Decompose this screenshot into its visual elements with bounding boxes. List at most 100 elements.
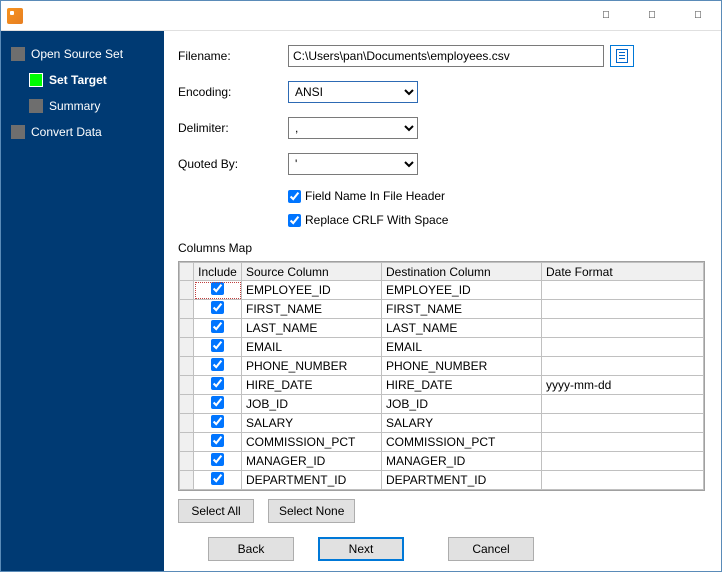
source-cell[interactable]: COMMISSION_PCT <box>242 433 382 452</box>
source-cell[interactable]: SALARY <box>242 414 382 433</box>
include-cell[interactable] <box>194 376 242 395</box>
include-cell[interactable] <box>194 414 242 433</box>
table-row[interactable]: PHONE_NUMBERPHONE_NUMBER <box>180 357 704 376</box>
table-row[interactable]: FIRST_NAMEFIRST_NAME <box>180 300 704 319</box>
select-none-button[interactable]: Select None <box>268 499 355 523</box>
sidebar-item-convert-data[interactable]: Convert Data <box>1 119 164 145</box>
source-cell[interactable]: MANAGER_ID <box>242 452 382 471</box>
date-format-cell[interactable] <box>542 395 704 414</box>
date-format-cell[interactable] <box>542 281 704 300</box>
include-checkbox[interactable] <box>211 282 224 295</box>
source-cell[interactable]: EMPLOYEE_ID <box>242 281 382 300</box>
filename-input[interactable] <box>288 45 604 67</box>
date-format-cell[interactable] <box>542 414 704 433</box>
include-checkbox[interactable] <box>211 320 224 333</box>
source-cell[interactable]: EMAIL <box>242 338 382 357</box>
field-name-header-label: Field Name In File Header <box>305 189 445 203</box>
include-checkbox[interactable] <box>211 415 224 428</box>
row-header <box>180 376 194 395</box>
source-cell[interactable]: JOB_ID <box>242 395 382 414</box>
include-checkbox[interactable] <box>211 472 224 485</box>
date-format-cell[interactable]: yyyy-mm-dd <box>542 376 704 395</box>
source-cell[interactable]: FIRST_NAME <box>242 300 382 319</box>
table-row[interactable]: JOB_IDJOB_ID <box>180 395 704 414</box>
destination-cell[interactable]: MANAGER_ID <box>382 452 542 471</box>
destination-cell[interactable]: LAST_NAME <box>382 319 542 338</box>
source-cell[interactable]: PHONE_NUMBER <box>242 357 382 376</box>
col-source[interactable]: Source Column <box>242 263 382 281</box>
table-row[interactable]: MANAGER_IDMANAGER_ID <box>180 452 704 471</box>
table-row[interactable]: DEPARTMENT_IDDEPARTMENT_ID <box>180 471 704 490</box>
table-row[interactable]: EMPLOYEE_IDEMPLOYEE_ID <box>180 281 704 300</box>
include-cell[interactable] <box>194 338 242 357</box>
destination-cell[interactable]: EMPLOYEE_ID <box>382 281 542 300</box>
cancel-button[interactable]: Cancel <box>448 537 534 561</box>
date-format-cell[interactable] <box>542 452 704 471</box>
grid-corner <box>180 263 194 281</box>
back-button[interactable]: Back <box>208 537 294 561</box>
include-cell[interactable] <box>194 319 242 338</box>
field-name-header-checkbox[interactable] <box>288 190 301 203</box>
source-cell[interactable]: LAST_NAME <box>242 319 382 338</box>
source-cell[interactable]: DEPARTMENT_ID <box>242 471 382 490</box>
replace-crlf-checkbox[interactable] <box>288 214 301 227</box>
destination-cell[interactable]: FIRST_NAME <box>382 300 542 319</box>
date-format-cell[interactable] <box>542 300 704 319</box>
table-row[interactable]: COMMISSION_PCTCOMMISSION_PCT <box>180 433 704 452</box>
minimize-button[interactable]:  <box>583 1 629 31</box>
destination-cell[interactable]: DEPARTMENT_ID <box>382 471 542 490</box>
sidebar-item-label: Summary <box>49 99 100 113</box>
table-row[interactable]: LAST_NAMELAST_NAME <box>180 319 704 338</box>
close-button[interactable]:  <box>675 1 721 31</box>
include-checkbox[interactable] <box>211 339 224 352</box>
destination-cell[interactable]: COMMISSION_PCT <box>382 433 542 452</box>
include-cell[interactable] <box>194 300 242 319</box>
step-icon-active <box>29 73 43 87</box>
date-format-cell[interactable] <box>542 357 704 376</box>
sidebar-item-summary[interactable]: Summary <box>1 93 164 119</box>
row-header <box>180 433 194 452</box>
destination-cell[interactable]: EMAIL <box>382 338 542 357</box>
row-header <box>180 357 194 376</box>
next-button[interactable]: Next <box>318 537 404 561</box>
col-date-format[interactable]: Date Format <box>542 263 704 281</box>
include-cell[interactable] <box>194 433 242 452</box>
destination-cell[interactable]: JOB_ID <box>382 395 542 414</box>
table-row[interactable]: EMAILEMAIL <box>180 338 704 357</box>
include-cell[interactable] <box>194 395 242 414</box>
encoding-select[interactable]: ANSI <box>288 81 418 103</box>
col-include[interactable]: Include <box>194 263 242 281</box>
include-checkbox[interactable] <box>211 453 224 466</box>
date-format-cell[interactable] <box>542 433 704 452</box>
include-cell[interactable] <box>194 452 242 471</box>
table-row[interactable]: SALARYSALARY <box>180 414 704 433</box>
include-checkbox[interactable] <box>211 396 224 409</box>
maximize-button[interactable]:  <box>629 1 675 31</box>
select-all-button[interactable]: Select All <box>178 499 254 523</box>
date-format-cell[interactable] <box>542 471 704 490</box>
quoted-select[interactable]: ' <box>288 153 418 175</box>
delimiter-select[interactable]: , <box>288 117 418 139</box>
date-format-cell[interactable] <box>542 319 704 338</box>
destination-cell[interactable]: HIRE_DATE <box>382 376 542 395</box>
table-row[interactable]: HIRE_DATEHIRE_DATEyyyy-mm-dd <box>180 376 704 395</box>
include-checkbox[interactable] <box>211 377 224 390</box>
encoding-label: Encoding: <box>178 85 288 99</box>
include-checkbox[interactable] <box>211 301 224 314</box>
row-header <box>180 471 194 490</box>
source-cell[interactable]: HIRE_DATE <box>242 376 382 395</box>
date-format-cell[interactable] <box>542 338 704 357</box>
include-checkbox[interactable] <box>211 434 224 447</box>
browse-button[interactable] <box>610 45 634 67</box>
main-panel: Filename: Encoding: ANSI Delimiter: , Qu… <box>164 31 721 571</box>
include-cell[interactable] <box>194 357 242 376</box>
include-cell[interactable] <box>194 281 242 300</box>
sidebar-item-set-target[interactable]: Set Target <box>1 67 164 93</box>
destination-cell[interactable]: SALARY <box>382 414 542 433</box>
col-destination[interactable]: Destination Column <box>382 263 542 281</box>
include-cell[interactable] <box>194 471 242 490</box>
include-checkbox[interactable] <box>211 358 224 371</box>
destination-cell[interactable]: PHONE_NUMBER <box>382 357 542 376</box>
row-header <box>180 414 194 433</box>
sidebar-item-open-source[interactable]: Open Source Set <box>1 41 164 67</box>
